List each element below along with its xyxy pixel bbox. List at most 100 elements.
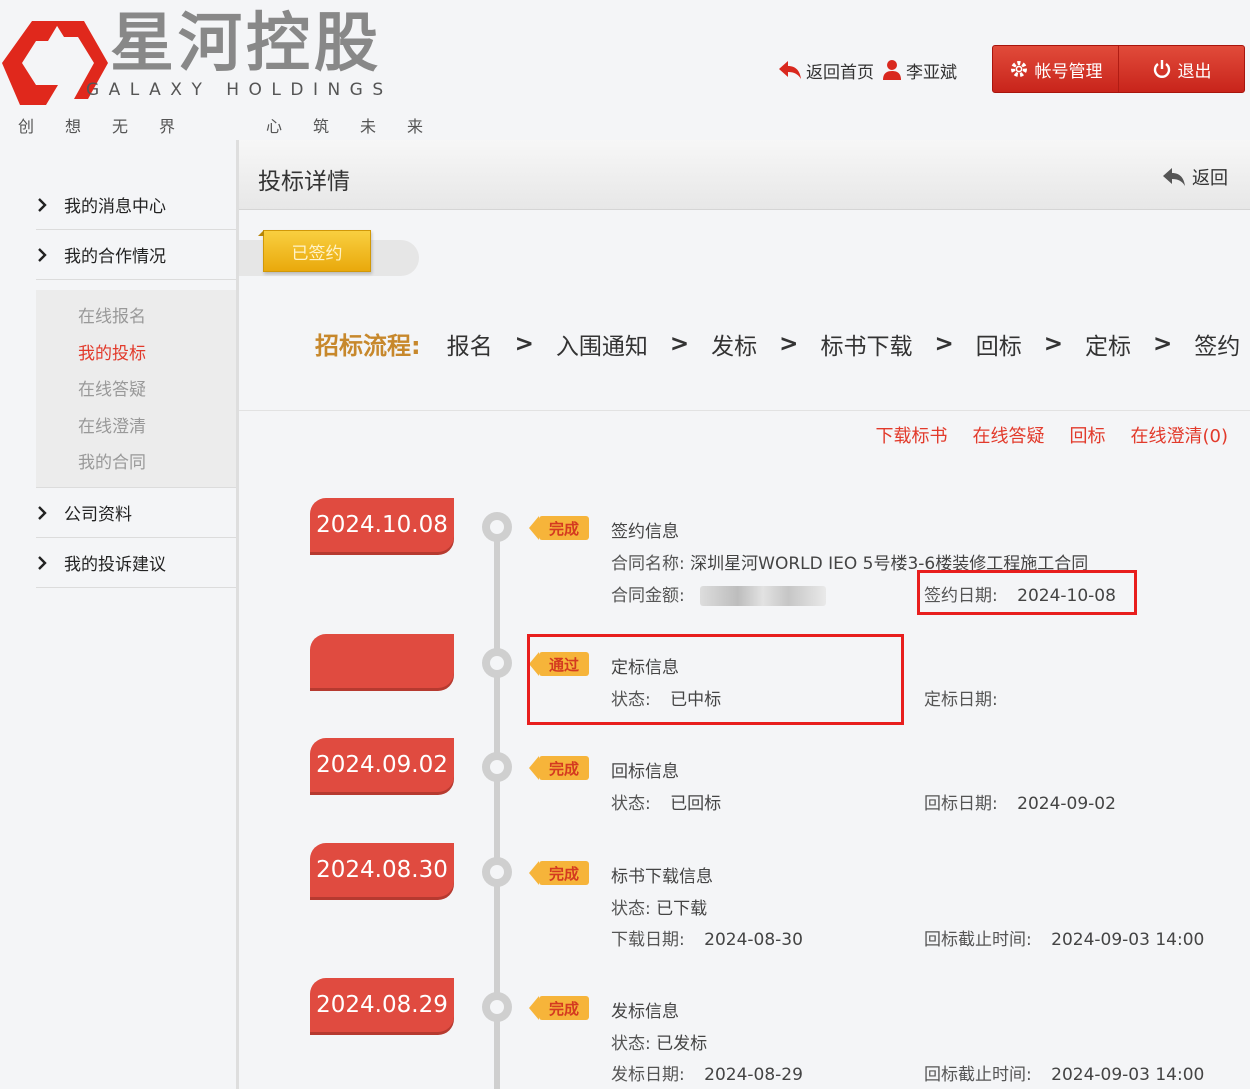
download-tender-link[interactable]: 下载标书 xyxy=(876,422,948,448)
status-value: 已下载 xyxy=(656,899,708,919)
slogan-char: 心 xyxy=(266,117,283,136)
deadline-label: 回标截止时间: xyxy=(924,1065,1032,1085)
entry-title: 回标信息 xyxy=(611,762,679,782)
timeline-node xyxy=(482,992,512,1022)
flow-label: 招标流程: xyxy=(315,332,421,360)
header: 星河控股 GALAXY HOLDINGS 创想无界心筑未来 返回首页 李亚斌 帐… xyxy=(0,0,1250,140)
account-management-button[interactable]: 帐号管理 xyxy=(993,46,1118,92)
status-value: 已发标 xyxy=(656,1034,708,1054)
flow-step-register: 报名 xyxy=(446,333,493,360)
status-badge: 完成 xyxy=(529,996,589,1020)
publish-date-label: 发标日期: xyxy=(611,1065,685,1085)
timeline-node xyxy=(482,648,512,678)
sidebar-item-label: 公司资料 xyxy=(64,505,132,525)
sidebar-item-messages[interactable]: 我的消息中心 xyxy=(36,180,236,230)
flow-step-download: 标书下载 xyxy=(820,333,913,360)
account-toolbar: 帐号管理 退出 xyxy=(992,45,1245,93)
flow-separator: > xyxy=(934,330,954,357)
chevron-right-icon xyxy=(36,555,64,570)
flow-separator: > xyxy=(514,330,534,357)
contract-amount-label: 合同金额: xyxy=(611,586,685,606)
logout-label: 退出 xyxy=(1177,61,1212,82)
submenu-online-registration[interactable]: 在线报名 xyxy=(78,302,146,327)
user-name: 李亚斌 xyxy=(906,62,957,83)
sidebar-item-company-info[interactable]: 公司资料 xyxy=(36,488,236,538)
chevron-right-icon xyxy=(36,505,64,520)
online-qa-link[interactable]: 在线答疑 xyxy=(973,422,1045,448)
chevron-right-icon xyxy=(36,197,64,212)
timeline-date-tag: 2024.08.29 xyxy=(310,978,454,1032)
sidebar-submenu: 在线报名 我的投标 在线答疑 在线澄清 我的合同 xyxy=(36,290,236,488)
submenu-online-qa[interactable]: 在线答疑 xyxy=(78,375,146,400)
timeline-date-tag: 2024.08.30 xyxy=(310,843,454,897)
return-arrow-icon xyxy=(1162,166,1186,188)
logout-button[interactable]: 退出 xyxy=(1118,46,1244,92)
download-status-row: 状态: 已下载 xyxy=(611,894,707,919)
deadline-row: 回标截止时间: 2024-09-03 14:00 xyxy=(924,925,1204,950)
timeline-node xyxy=(482,857,512,887)
flow-step-shortlist: 入围通知 xyxy=(555,333,648,360)
sidebar-item-cooperation[interactable]: 我的合作情况 xyxy=(36,230,236,280)
status-label: 状态: xyxy=(611,794,651,814)
logo[interactable]: 星河控股 GALAXY HOLDINGS 创 想 无 界 心 筑 未 来 xyxy=(0,5,423,136)
return-bid-link[interactable]: 回标 xyxy=(1070,422,1106,448)
main-header-bar: 投标详情 返回 xyxy=(239,140,1250,210)
action-links: 下载标书 在线答疑 回标 在线澄清(0) xyxy=(851,422,1229,448)
contract-amount-row: 合同金额: xyxy=(611,581,827,606)
return-date-label: 回标日期: xyxy=(924,794,998,814)
back-button[interactable]: 返回 xyxy=(1162,164,1228,190)
account-management-label: 帐号管理 xyxy=(1034,61,1103,82)
flow-separator: > xyxy=(1043,330,1064,357)
back-home-link[interactable]: 返回首页 xyxy=(778,58,874,83)
sidebar-item-complaints[interactable]: 我的投诉建议 xyxy=(36,538,236,588)
flow-separator: > xyxy=(1153,330,1173,357)
sidebar: 我的消息中心 我的合作情况 在线报名 我的投标 在线答疑 在线澄清 我的合同 公… xyxy=(0,140,236,1089)
return-date-value: 2024-09-02 xyxy=(1017,794,1116,814)
flow-step-return-bid: 回标 xyxy=(975,333,1022,360)
back-home-label: 返回首页 xyxy=(806,62,874,83)
status-value: 已回标 xyxy=(670,794,722,814)
power-icon xyxy=(1152,59,1172,79)
entry-title: 标书下载信息 xyxy=(611,867,713,887)
flow-step-sign: 签约 xyxy=(1194,333,1241,360)
entry-title: 发标信息 xyxy=(611,1002,679,1022)
status-badge: 已签约 xyxy=(258,230,371,272)
actions-divider xyxy=(239,410,1250,411)
bidding-flow: 招标流程: 报名 > 入围通知 > 发标 > 标书下载 > 回标 > 定标 > … xyxy=(315,326,1248,361)
flow-step-award: 定标 xyxy=(1085,333,1132,360)
deadline-label: 回标截止时间: xyxy=(924,930,1032,950)
timeline-node xyxy=(482,752,512,782)
logo-english-text: GALAXY HOLDINGS xyxy=(86,80,393,100)
chevron-right-icon xyxy=(36,247,64,262)
publish-date-value: 2024-08-29 xyxy=(704,1065,803,1085)
slogan-char: 无 xyxy=(112,117,129,136)
download-date-row: 下载日期: 2024-08-30 xyxy=(611,925,803,950)
submenu-online-clarification[interactable]: 在线澄清 xyxy=(78,412,146,437)
highlight-box xyxy=(527,634,904,725)
submenu-my-contracts[interactable]: 我的合同 xyxy=(78,448,146,473)
submenu-my-bids[interactable]: 我的投标 xyxy=(78,339,146,364)
slogan-char: 创 xyxy=(18,117,35,136)
top-links: 返回首页 李亚斌 xyxy=(778,56,965,84)
return-status-row: 状态: 已回标 xyxy=(611,789,721,814)
flow-separator: > xyxy=(779,330,799,357)
download-date-label: 下载日期: xyxy=(611,930,685,950)
slogan-char: 界 xyxy=(159,117,176,136)
slogan-char: 筑 xyxy=(313,117,330,136)
gear-icon xyxy=(1009,59,1029,79)
status-badge: 完成 xyxy=(529,861,589,885)
sidebar-item-label: 我的投诉建议 xyxy=(64,555,166,575)
sidebar-item-label: 我的消息中心 xyxy=(64,197,166,217)
logo-slogan: 创想无界心筑未来 xyxy=(18,113,454,137)
main-content: 投标详情 返回 已签约 招标流程: 报名 > 入围通知 > 发标 > 标书下载 … xyxy=(239,140,1250,1089)
timeline-date-tag xyxy=(310,634,454,688)
back-label: 返回 xyxy=(1192,168,1228,189)
publish-date-row: 发标日期: 2024-08-29 xyxy=(611,1060,803,1085)
return-arrow-icon xyxy=(778,59,802,81)
slogan-char: 想 xyxy=(65,117,82,136)
status-label: 状态: xyxy=(611,1034,651,1054)
user-profile-link[interactable]: 李亚斌 xyxy=(882,58,957,83)
entry-title: 签约信息 xyxy=(611,522,679,542)
publish-status-row: 状态: 已发标 xyxy=(611,1029,707,1054)
online-clarification-link[interactable]: 在线澄清(0) xyxy=(1131,422,1229,448)
